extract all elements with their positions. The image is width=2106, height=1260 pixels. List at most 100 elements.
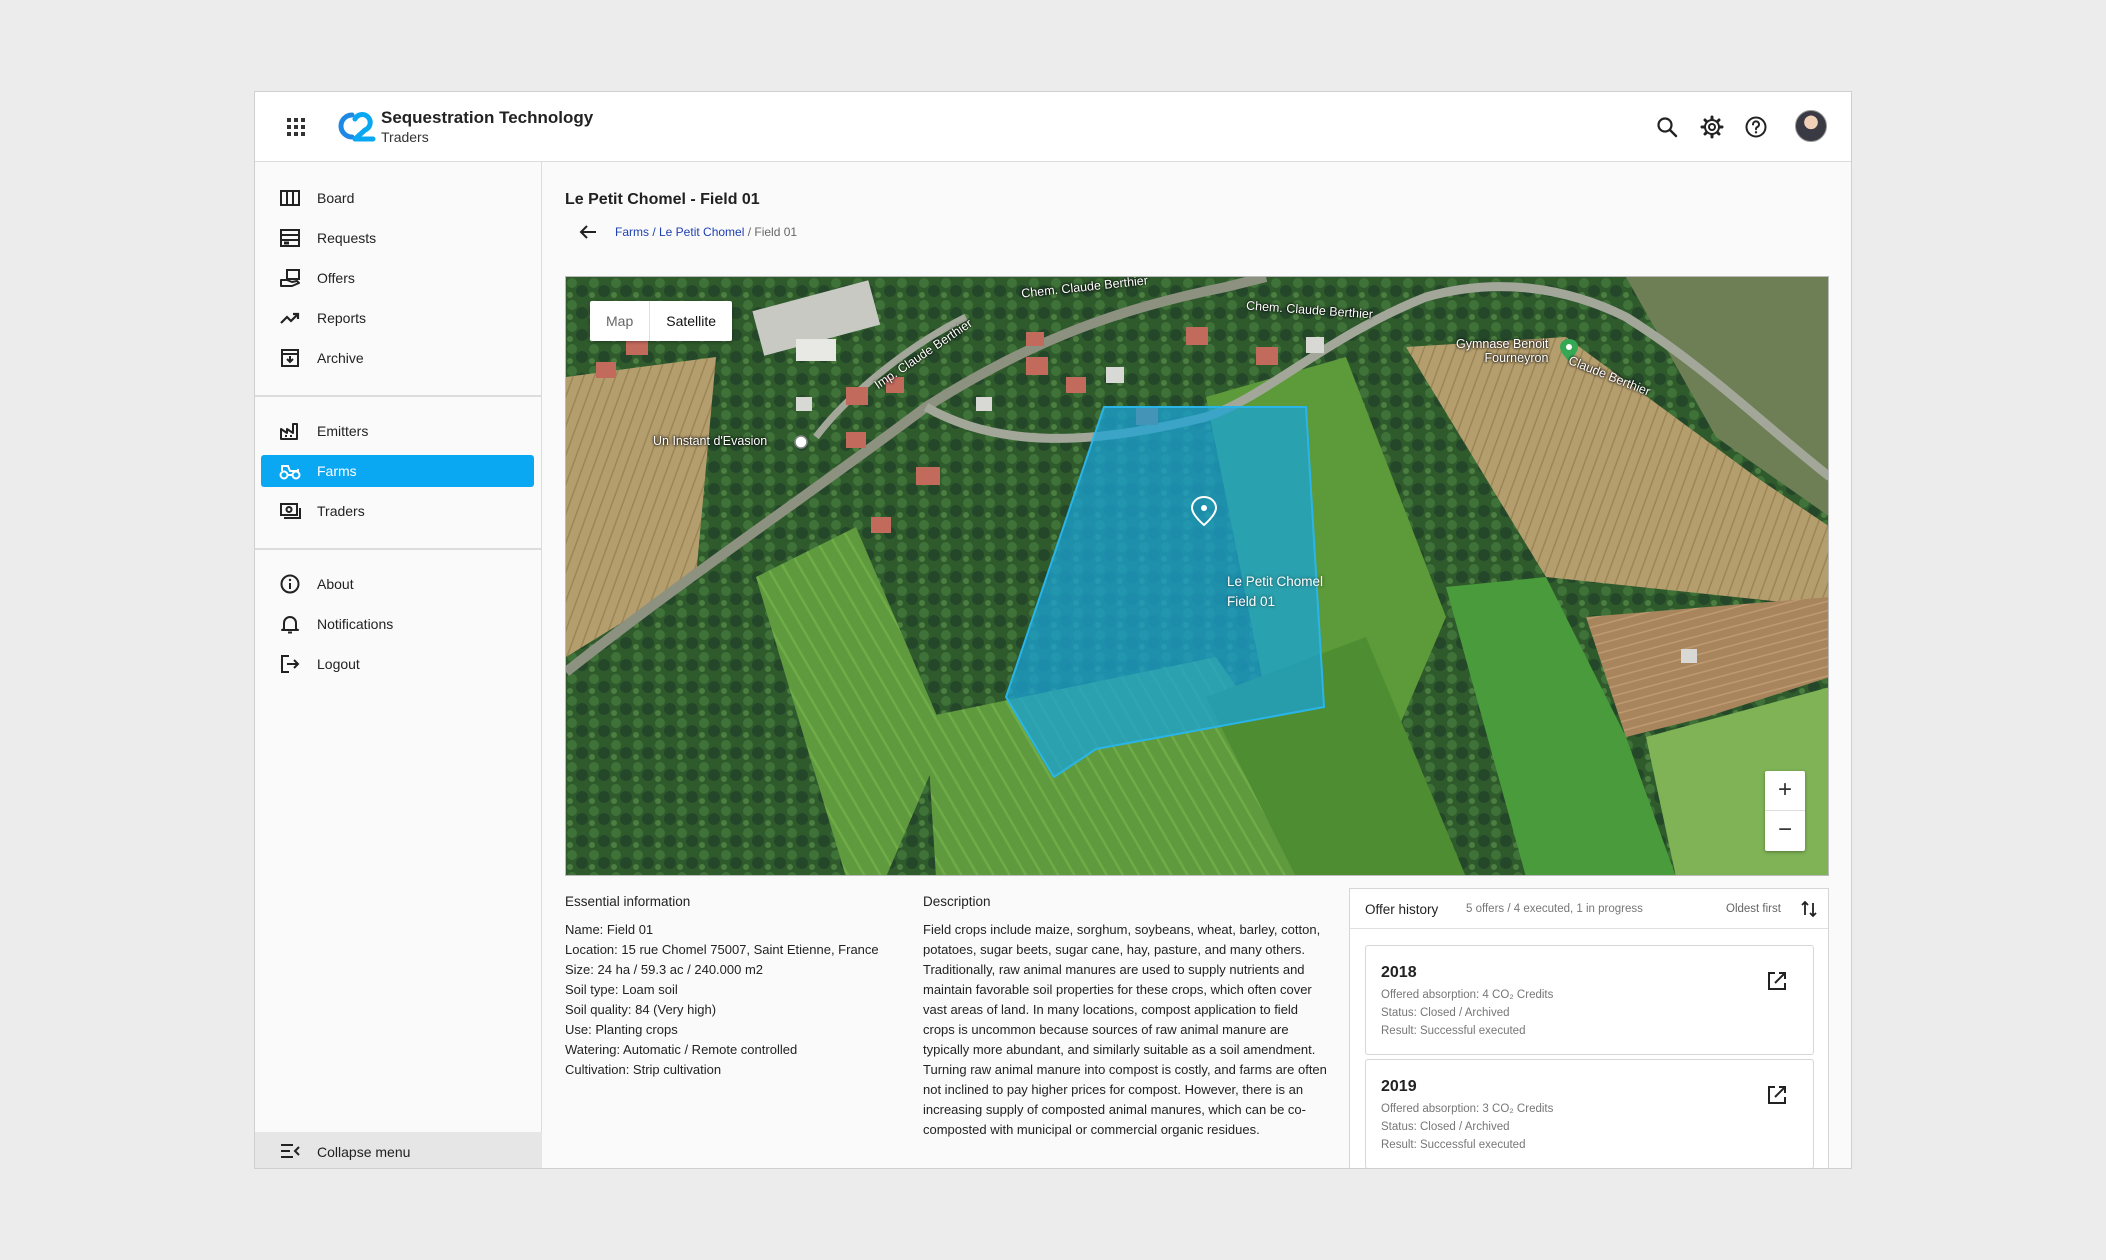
offer-result: Result: Successful executed xyxy=(1381,1025,1526,1037)
archive-icon xyxy=(281,349,299,367)
offer-history-title: Offer history xyxy=(1365,902,1439,917)
money-icon xyxy=(280,503,301,519)
collapse-menu-icon xyxy=(281,1144,300,1158)
app-subtitle: Traders xyxy=(381,129,429,145)
requests-icon xyxy=(280,229,300,247)
sidebar: Board Requests Offers Reports Archive Em… xyxy=(255,162,542,1168)
logout-icon xyxy=(281,655,300,673)
collapse-menu-button[interactable]: Collapse menu xyxy=(255,1132,542,1168)
sidebar-item-label: Board xyxy=(317,190,355,206)
sidebar-item-traders[interactable]: Traders xyxy=(261,495,534,527)
sidebar-item-label: Emitters xyxy=(317,423,369,439)
sidebar-item-requests[interactable]: Requests xyxy=(261,222,534,254)
offer-history-panel: Offer history 5 offers / 4 executed, 1 i… xyxy=(1349,888,1829,1168)
offer-year: 2019 xyxy=(1381,1078,1417,1095)
info-line: Location: 15 rue Chomel 75007, Saint Eti… xyxy=(565,942,879,957)
info-line: Soil quality: 84 (Very high) xyxy=(565,1002,717,1017)
sidebar-item-label: Traders xyxy=(317,503,365,519)
app-title: Sequestration Technology xyxy=(381,108,594,127)
sidebar-item-archive[interactable]: Archive xyxy=(261,342,534,374)
open-external-icon[interactable] xyxy=(1766,970,1788,992)
poi-marker xyxy=(794,435,808,449)
offer-absorption: Offered absorption: 4 CO₂ Credits xyxy=(1381,989,1554,1001)
map-poi-label: Gymnase Benoit Fourneyron xyxy=(1456,337,1548,365)
sidebar-item-label: Requests xyxy=(317,230,377,246)
info-line: Cultivation: Strip cultivation xyxy=(565,1062,722,1077)
sidebar-item-emitters[interactable]: Emitters xyxy=(261,415,534,447)
sidebar-item-about[interactable]: About xyxy=(261,568,534,600)
avatar[interactable] xyxy=(1795,110,1827,142)
sidebar-item-logout[interactable]: Logout xyxy=(261,648,534,680)
breadcrumb-separator: / xyxy=(744,225,755,239)
open-external-icon[interactable] xyxy=(1766,1084,1788,1106)
essential-info-title: Essential information xyxy=(565,894,691,909)
breadcrumb-link[interactable]: Farms / Le Petit Chomel xyxy=(615,225,744,239)
back-arrow-icon[interactable] xyxy=(577,222,599,242)
sidebar-item-notifications[interactable]: Notifications xyxy=(261,608,534,640)
sidebar-item-label: Archive xyxy=(317,350,364,366)
map-view-button[interactable]: Map xyxy=(590,301,651,341)
sort-icon[interactable] xyxy=(1800,899,1818,919)
sidebar-item-label: Farms xyxy=(317,463,357,479)
offer-status: Status: Closed / Archived xyxy=(1381,1121,1510,1133)
map-type-toggle: Map Satellite xyxy=(590,301,733,341)
sidebar-item-board[interactable]: Board xyxy=(261,182,534,214)
essential-info-list: Name: Field 01 Location: 15 rue Chomel 7… xyxy=(565,920,879,1080)
page-title: Le Petit Chomel - Field 01 xyxy=(565,191,760,208)
sidebar-item-label: Logout xyxy=(317,656,360,672)
co2-logo xyxy=(338,112,376,142)
map-view[interactable]: Chem. Claude Berthier Chem. Claude Berth… xyxy=(565,276,1829,876)
zoom-controls: + − xyxy=(1765,771,1805,851)
help-icon[interactable] xyxy=(1743,114,1769,140)
gear-icon[interactable] xyxy=(1699,114,1725,140)
info-line: Name: Field 01 xyxy=(565,922,654,937)
sidebar-item-label: Notifications xyxy=(317,616,394,632)
description-text: Field crops include maize, sorghum, soyb… xyxy=(923,922,1327,1137)
search-icon[interactable] xyxy=(1654,114,1680,140)
zoom-in-button[interactable]: + xyxy=(1765,771,1805,811)
field-label: Le Petit Chomel Field 01 xyxy=(1227,572,1323,612)
info-line: Size: 24 ha / 59.3 ac / 240.000 m2 xyxy=(565,962,764,977)
sidebar-divider xyxy=(255,548,542,550)
info-icon xyxy=(280,574,300,594)
offers-icon xyxy=(280,269,300,287)
factory-icon xyxy=(280,423,298,440)
description-title: Description xyxy=(923,894,991,909)
breadcrumb-current: Field 01 xyxy=(754,225,798,239)
sidebar-item-offers[interactable]: Offers xyxy=(261,262,534,294)
offer-card[interactable]: 2019 Offered absorption: 3 CO₂ Credits S… xyxy=(1365,1059,1814,1168)
info-line: Watering: Automatic / Remote controlled xyxy=(565,1042,798,1057)
trending-icon xyxy=(280,312,300,324)
satellite-view-button[interactable]: Satellite xyxy=(650,301,732,341)
sidebar-item-label: About xyxy=(317,576,354,592)
field-label-line: Field 01 xyxy=(1227,594,1276,609)
board-icon xyxy=(280,190,300,206)
offer-history-summary: 5 offers / 4 executed, 1 in progress xyxy=(1466,903,1643,915)
sidebar-item-label: Offers xyxy=(317,270,355,286)
offer-absorption: Offered absorption: 3 CO₂ Credits xyxy=(1381,1103,1554,1115)
info-line: Use: Planting crops xyxy=(565,1022,678,1037)
sidebar-item-reports[interactable]: Reports xyxy=(261,302,534,334)
map-poi-label: Un Instant d'Evasion xyxy=(653,434,768,448)
sidebar-item-label: Reports xyxy=(317,310,367,326)
zoom-out-button[interactable]: − xyxy=(1765,811,1805,851)
offer-year: 2018 xyxy=(1381,964,1417,981)
collapse-menu-label: Collapse menu xyxy=(317,1144,411,1160)
app-window: Sequestration Technology Traders Board R… xyxy=(254,91,1852,1169)
bell-icon xyxy=(281,616,299,634)
offer-card[interactable]: 2018 Offered absorption: 4 CO₂ Credits S… xyxy=(1365,945,1814,1055)
offer-status: Status: Closed / Archived xyxy=(1381,1007,1510,1019)
sidebar-divider xyxy=(255,395,542,397)
sort-label[interactable]: Oldest first xyxy=(1726,903,1781,915)
map-poi-label-line: Fourneyron xyxy=(1484,351,1549,365)
offer-history-header: Offer history 5 offers / 4 executed, 1 i… xyxy=(1350,889,1828,929)
sidebar-item-farms[interactable]: Farms xyxy=(261,455,534,487)
satellite-imagery xyxy=(566,277,1828,875)
top-bar: Sequestration Technology Traders xyxy=(255,92,1851,162)
tractor-icon xyxy=(279,465,301,480)
breadcrumb: Farms / Le Petit Chomel / Field 01 xyxy=(615,225,797,239)
field-label-line: Le Petit Chomel xyxy=(1227,574,1324,589)
offer-result: Result: Successful executed xyxy=(1381,1139,1526,1151)
apps-grid-icon[interactable] xyxy=(287,118,305,136)
info-line: Soil type: Loam soil xyxy=(565,982,678,997)
